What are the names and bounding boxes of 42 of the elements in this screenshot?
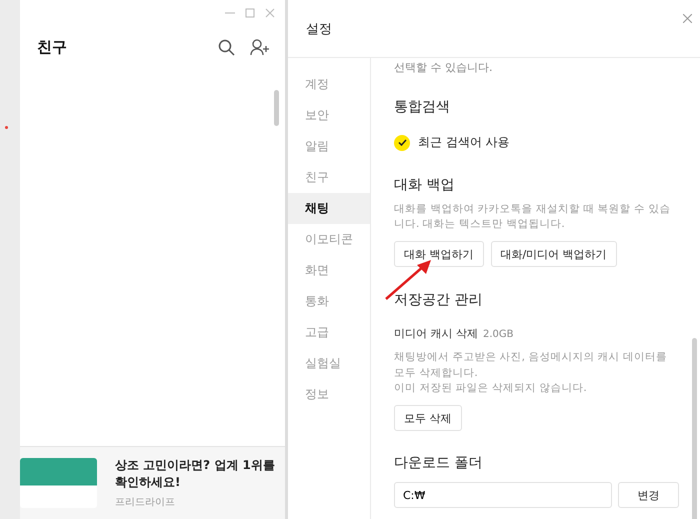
nav-item[interactable]: 화면 <box>288 255 370 286</box>
add-friend-icon[interactable] <box>250 39 271 56</box>
folder-path-field[interactable]: C:₩ <box>394 482 612 508</box>
section-heading: 다운로드 폴더 <box>394 454 484 472</box>
notification-dot <box>5 126 8 129</box>
close-icon[interactable] <box>265 8 275 18</box>
section-heading: 대화 백업 <box>394 176 456 194</box>
note-text: 이미 저장된 파일은 삭제되지 않습니다. <box>394 380 588 396</box>
settings-title: 설정 <box>306 20 332 38</box>
scrollbar[interactable] <box>274 90 279 126</box>
scrollbar[interactable] <box>692 338 697 519</box>
ad-advertiser: 프리드라이프 <box>115 496 176 509</box>
check-icon <box>398 139 406 146</box>
delete-all-button[interactable]: 모두 삭제 <box>394 405 462 432</box>
nav-item[interactable]: 통화 <box>288 286 370 317</box>
nav-item[interactable]: 실험실 <box>288 348 370 379</box>
description-text: 선택할 수 있습니다. <box>394 60 494 75</box>
backup-button[interactable]: 대화 백업하기 <box>394 241 484 268</box>
item-label: 미디어 캐시 삭제 <box>394 326 478 342</box>
backup-button[interactable]: 대화/미디어 백업하기 <box>490 241 617 268</box>
change-button[interactable]: 변경 <box>618 482 679 508</box>
nav-item[interactable]: 알림 <box>288 131 370 162</box>
friends-title: 친구 <box>37 38 68 57</box>
maximize-icon[interactable] <box>245 8 255 18</box>
nav-item[interactable]: 채팅 <box>288 193 370 224</box>
description-text: 채팅방에서 주고받은 사진, 음성메시지의 캐시 데이터를 모두 삭제합니다. <box>394 350 668 381</box>
section-heading: 저장공간 관리 <box>394 291 484 310</box>
nav-item[interactable]: 친구 <box>288 162 370 193</box>
nav-item[interactable]: 보안 <box>288 100 370 131</box>
nav-item[interactable]: 정보 <box>288 379 370 410</box>
nav-item[interactable]: 계정 <box>288 69 370 100</box>
ad-banner[interactable]: 상조 고민이라면? 업계 1위를 확인하세요! 프리드라이프 <box>20 446 285 519</box>
nav-item[interactable]: 이모티콘 <box>288 224 370 255</box>
nav-item[interactable]: 고급 <box>288 317 370 348</box>
search-icon[interactable] <box>218 39 235 56</box>
checkbox-label: 최근 검색어 사용 <box>418 134 510 151</box>
section-heading: 통합검색 <box>394 98 451 116</box>
ad-headline: 상조 고민이라면? 업계 1위를 확인하세요! <box>115 457 276 491</box>
cache-size: 2.0GB <box>483 329 514 340</box>
close-icon[interactable] <box>683 14 692 23</box>
description-text: 대화를 백업하여 카카오톡을 재설치할 때 복원할 수 있습니다. 대화는 텍스트만 백업됩니다. <box>394 202 672 232</box>
checkbox[interactable] <box>394 134 410 150</box>
